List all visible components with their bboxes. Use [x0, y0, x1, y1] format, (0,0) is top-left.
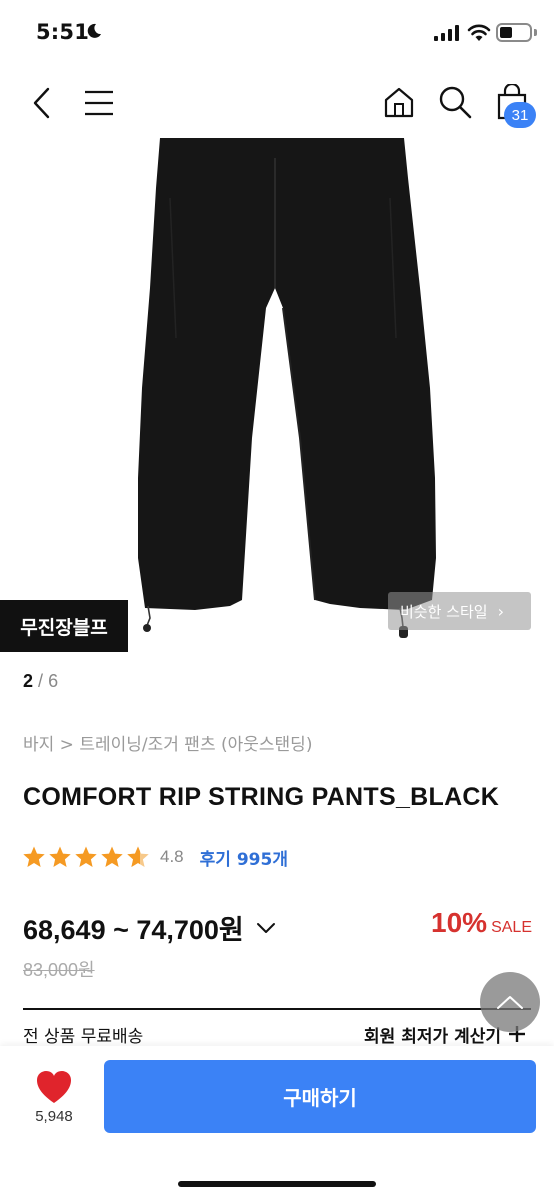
- brand-tag: 무진장블프: [0, 600, 128, 652]
- shipping-row: 전 상품 무료배송 회원 최저가 계산기: [23, 1020, 531, 1046]
- cellular-signal-icon: [434, 25, 459, 41]
- search-icon[interactable]: [438, 85, 472, 119]
- image-pager: 2 / 6: [23, 671, 58, 692]
- wifi-icon: [467, 24, 491, 41]
- discount-badge: 10% SALE: [431, 907, 532, 939]
- cart-count-badge[interactable]: 31: [504, 102, 536, 128]
- product-image[interactable]: [0, 138, 554, 654]
- discount-label: SALE: [491, 919, 532, 936]
- rating-value: 4.8: [160, 847, 184, 866]
- star-icon: [49, 846, 71, 867]
- battery-tip: [534, 29, 537, 36]
- free-shipping-text: 전 상품 무료배송: [23, 1027, 144, 1046]
- star-icon: [75, 846, 97, 867]
- battery-icon: [496, 23, 532, 42]
- nav-bar: [0, 70, 554, 138]
- home-indicator: [178, 1181, 376, 1187]
- discount-percent: 10%: [431, 907, 488, 938]
- pager-current: 2: [23, 671, 34, 691]
- breadcrumb[interactable]: 바지 > 트레이닝/조거 팬츠 (아웃스탠딩): [23, 730, 312, 755]
- price-range[interactable]: 68,649 ~ 74,700원: [23, 908, 276, 947]
- chevron-down-icon: [256, 922, 275, 933]
- original-price: 83,000원: [23, 960, 95, 980]
- divider: [23, 1008, 531, 1010]
- chevron-up-icon: [497, 996, 523, 1009]
- product-title: COMFORT RIP STRING PANTS_BLACK: [23, 783, 500, 811]
- review-count-link[interactable]: 후기 995개: [200, 845, 288, 870]
- back-chevron-icon[interactable]: [30, 86, 54, 120]
- home-icon[interactable]: [383, 86, 415, 118]
- moon-icon: [87, 23, 101, 38]
- pager-total: 6: [48, 671, 59, 691]
- product-pants-image: [138, 138, 436, 638]
- star-half-icon: [127, 846, 149, 867]
- menu-icon[interactable]: [84, 90, 114, 116]
- price-range-text: 68,649 ~ 74,700원: [23, 915, 244, 945]
- chevron-right-icon: ›: [497, 601, 504, 621]
- status-bar: 5:51: [0, 0, 554, 70]
- star-icon: [101, 846, 123, 867]
- like-count: 5,948: [35, 1108, 73, 1125]
- pager-separator: /: [38, 671, 44, 691]
- similar-style-label: 비슷한 스타일: [400, 602, 488, 621]
- similar-style-button[interactable]: 비슷한 스타일 ›: [388, 592, 531, 630]
- buy-button[interactable]: 구매하기: [104, 1060, 536, 1133]
- status-time: 5:51: [36, 20, 90, 44]
- star-icon: [23, 846, 45, 867]
- heart-icon: [37, 1071, 71, 1103]
- scroll-to-top-button[interactable]: [480, 972, 540, 1032]
- rating-row: 4.8 후기 995개: [22, 843, 288, 871]
- member-price-calculator[interactable]: 회원 최저가 계산기: [364, 1022, 501, 1046]
